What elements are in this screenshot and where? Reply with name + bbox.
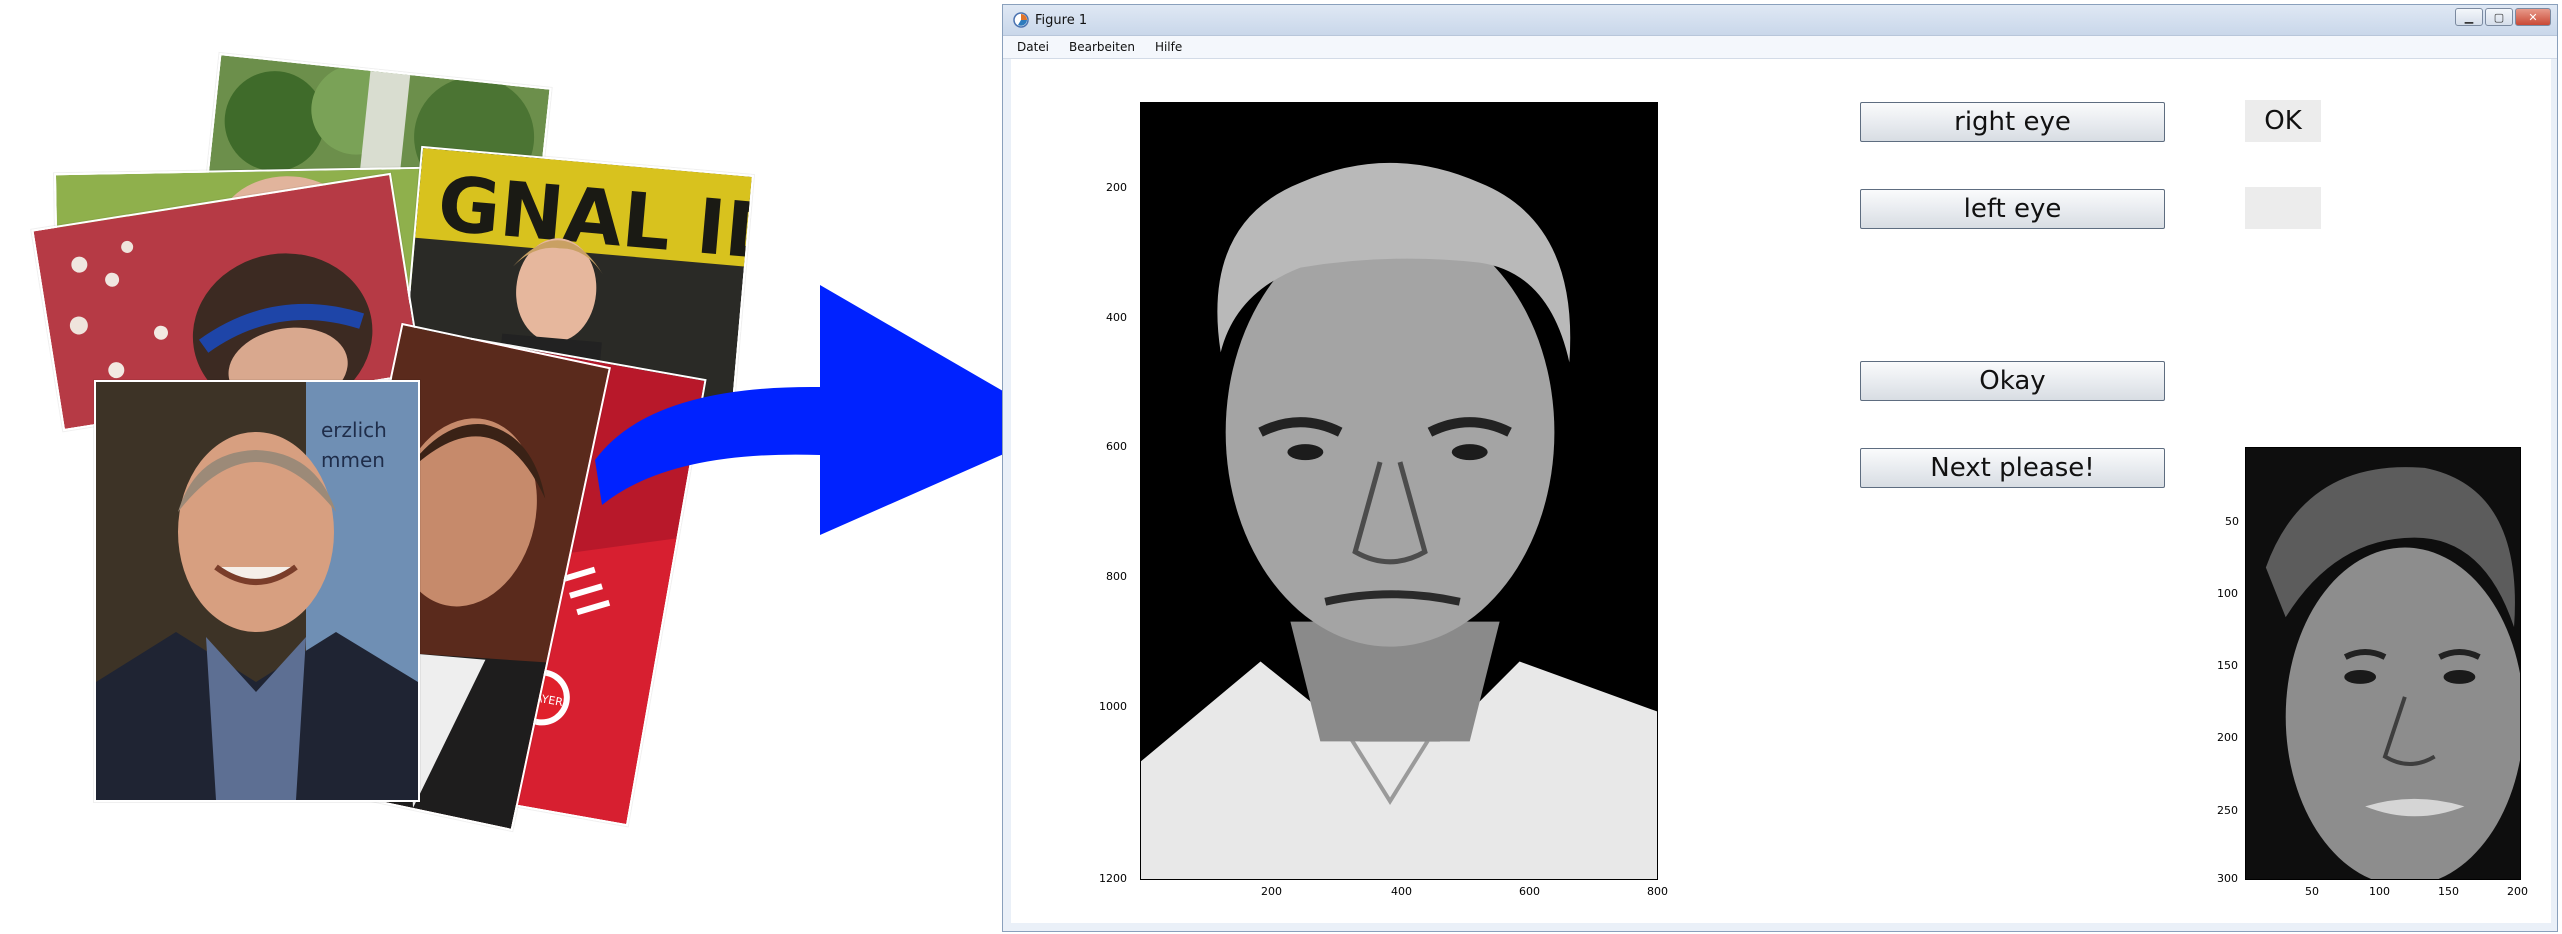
- portrait-image: [1141, 103, 1657, 879]
- svg-text:erzlich: erzlich: [321, 418, 387, 442]
- window-title: Figure 1: [1035, 13, 1088, 28]
- preview-xtick-50: 50: [2305, 885, 2319, 898]
- right-eye-status: OK: [2245, 100, 2321, 142]
- main-ytick-400: 400: [1106, 311, 1127, 324]
- preview-ytick-150: 150: [2217, 659, 2238, 672]
- svg-text:mmen: mmen: [321, 448, 385, 472]
- main-ytick-200: 200: [1106, 181, 1127, 194]
- menu-hilfe[interactable]: Hilfe: [1155, 40, 1182, 54]
- main-ytick-800: 800: [1106, 570, 1127, 583]
- preview-ytick-50: 50: [2225, 515, 2239, 528]
- maximize-button[interactable]: ▢: [2485, 8, 2513, 26]
- minimize-button[interactable]: ▁: [2455, 8, 2483, 26]
- photo-card-front: erzlich mmen: [94, 380, 420, 802]
- menu-datei[interactable]: Datei: [1017, 40, 1049, 54]
- figure-window: Figure 1 ▁ ▢ ✕ Datei Bearbeiten Hilfe 20…: [1002, 4, 2558, 932]
- preview-ytick-250: 250: [2217, 804, 2238, 817]
- menu-bar: Datei Bearbeiten Hilfe: [1003, 36, 2557, 59]
- main-ytick-600: 600: [1106, 440, 1127, 453]
- preview-ytick-200: 200: [2217, 731, 2238, 744]
- preview-xtick-200: 200: [2507, 885, 2528, 898]
- main-image-axes[interactable]: [1140, 102, 1658, 880]
- preview-xtick-100: 100: [2369, 885, 2390, 898]
- preview-image-axes[interactable]: [2245, 447, 2521, 880]
- figure-canvas: 200 400 600 800 1000 1200 200 400 600 80…: [1011, 59, 2551, 923]
- matplotlib-icon: [1013, 12, 1029, 28]
- window-controls: ▁ ▢ ✕: [2455, 8, 2551, 26]
- close-button[interactable]: ✕: [2515, 8, 2551, 26]
- menu-bearbeiten[interactable]: Bearbeiten: [1069, 40, 1135, 54]
- right-eye-button[interactable]: right eye: [1860, 102, 2165, 142]
- main-ytick-1000: 1000: [1099, 700, 1127, 713]
- title-bar[interactable]: Figure 1 ▁ ▢ ✕: [1003, 5, 2557, 36]
- preview-xtick-150: 150: [2438, 885, 2459, 898]
- main-xtick-200: 200: [1261, 885, 1282, 898]
- preview-portrait-image: [2246, 448, 2520, 879]
- left-eye-status: [2245, 187, 2321, 229]
- right-arrow-icon: [595, 285, 1065, 535]
- main-xtick-600: 600: [1519, 885, 1540, 898]
- preview-ytick-300: 300: [2217, 872, 2238, 885]
- photo-stack-illustration: GNAL ID BAYER erzlich mmen: [0, 0, 1065, 934]
- preview-ytick-100: 100: [2217, 587, 2238, 600]
- okay-button[interactable]: Okay: [1860, 361, 2165, 401]
- left-eye-button[interactable]: left eye: [1860, 189, 2165, 229]
- main-xtick-800: 800: [1647, 885, 1668, 898]
- main-ytick-1200: 1200: [1099, 872, 1127, 885]
- main-xtick-400: 400: [1391, 885, 1412, 898]
- next-please-button[interactable]: Next please!: [1860, 448, 2165, 488]
